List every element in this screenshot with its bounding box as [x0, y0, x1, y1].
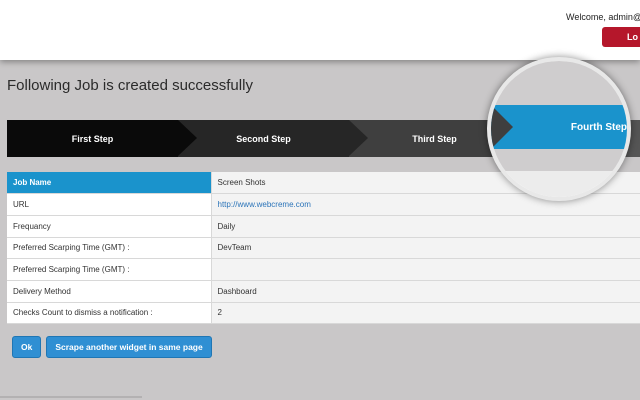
magnifier-lens: Fourth Step [487, 57, 631, 201]
row-label: Checks Count to dismiss a notification : [7, 302, 212, 325]
table-row: Preferred Scarping Time (GMT) : [7, 258, 640, 281]
step-second: Second Step [178, 120, 368, 157]
page-title: Following Job is created successfully [7, 77, 253, 94]
top-header-bar: Welcome, admin@d Lo [0, 0, 640, 60]
step-first: First Step [7, 120, 197, 157]
job-url-link[interactable]: http://www.webcreme.com [218, 200, 311, 209]
table-row: Frequancy Daily [7, 215, 640, 238]
ok-button[interactable]: Ok [12, 336, 42, 358]
step-third-label: Third Step [412, 133, 457, 144]
row-label: Preferred Scarping Time (GMT) : [7, 237, 212, 260]
step-arrow [178, 120, 197, 156]
scrape-another-widget-button[interactable]: Scrape another widget in same page [46, 336, 212, 358]
row-value: Daily [211, 215, 640, 238]
magnifier-content: Fourth Step [491, 61, 627, 197]
action-buttons: Ok Scrape another widget in same page [12, 336, 212, 358]
step-arrow [349, 120, 368, 156]
row-value: Dashboard [211, 280, 640, 303]
step-second-label: Second Step [236, 133, 291, 144]
logout-button[interactable]: Lo [602, 27, 640, 47]
row-label: Delivery Method [7, 280, 212, 303]
table-row: Delivery Method Dashboard [7, 280, 640, 303]
welcome-text: Welcome, admin@d [566, 12, 640, 22]
row-label: Preferred Scarping Time (GMT) : [7, 258, 212, 281]
footer-divider [0, 396, 142, 398]
row-label: URL [7, 193, 212, 216]
magnified-background [491, 149, 627, 171]
magnified-background [491, 61, 627, 105]
row-label: Job Name [7, 172, 212, 195]
magnified-table-area [491, 171, 627, 197]
table-row: Checks Count to dismiss a notification :… [7, 302, 640, 325]
step-fourth-label: Fourth Step [570, 121, 627, 133]
table-row: Preferred Scarping Time (GMT) : DevTeam [7, 237, 640, 260]
row-label: Frequancy [7, 215, 212, 238]
step-arrow [491, 105, 513, 149]
step-first-label: First Step [71, 133, 114, 144]
row-value: 2 [211, 302, 640, 325]
row-value [211, 258, 640, 281]
row-value: DevTeam [211, 237, 640, 260]
